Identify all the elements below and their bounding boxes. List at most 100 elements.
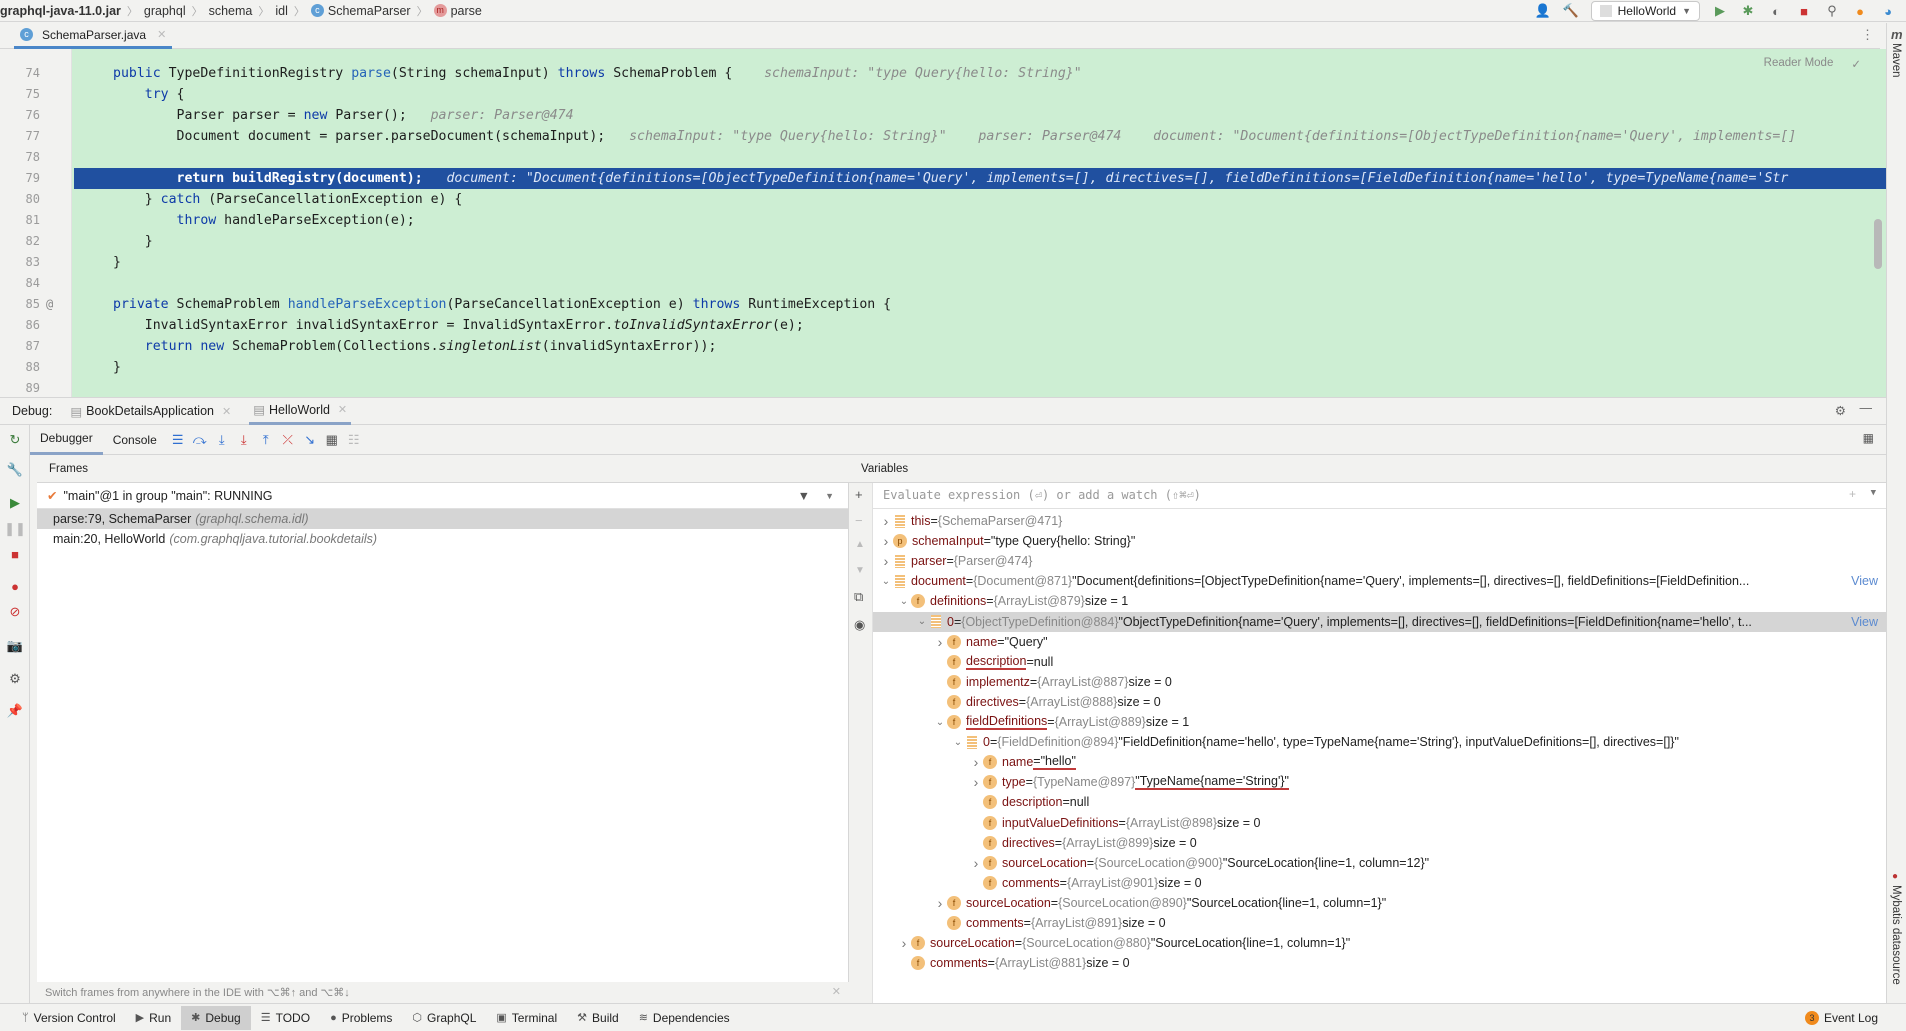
stop-icon[interactable]: ■ [1796,3,1812,19]
close-tab-icon[interactable]: ✕ [157,28,166,41]
stack-frame[interactable]: main:20, HelloWorld (com.graphqljava.tuto… [37,529,848,549]
drop-frame-icon[interactable]: ⤫ [277,429,299,451]
tool-window-todo[interactable]: ☰ TODO [251,1006,320,1030]
chevron-right-icon[interactable]: › [933,634,947,650]
variable-row[interactable]: › f type = {TypeName@897} "TypeName{name='… [873,772,1886,792]
settings-gear-icon[interactable]: ⚙ [1835,403,1846,418]
chevron-right-icon[interactable]: › [879,553,893,569]
variable-row[interactable]: › f sourceLocation = {SourceLocation@900} … [873,853,1886,873]
plugin-icon[interactable]: ◕ [1880,3,1896,19]
chevron-right-icon[interactable]: › [897,935,911,951]
view-breakpoints-icon[interactable]: ● [7,578,23,594]
variable-row[interactable]: › f sourceLocation = {SourceLocation@890} … [873,893,1886,913]
variable-row[interactable]: f implementz = {ArrayList@887} size = 0 [873,672,1886,692]
tool-window-problems[interactable]: ● Problems [320,1006,402,1030]
variable-row[interactable]: ⌄ 0 = {ObjectTypeDefinition@884} "ObjectT… [873,611,1886,632]
event-log-button[interactable]: 3 Event Log [1804,1010,1878,1025]
modify-config-icon[interactable]: 🔧 [7,462,23,478]
variable-row[interactable]: › p schemaInput = "type Query{hello: Strin… [873,531,1886,551]
evaluate-expression-input[interactable]: Evaluate expression (⏎) or add a watch (… [873,483,1886,509]
evaluate-expression-icon[interactable]: ▦ [321,429,343,451]
chevron-down-icon[interactable]: ⌄ [879,576,893,587]
variable-row[interactable]: › this = {SchemaParser@471} [873,511,1886,531]
maven-tool-button[interactable]: Maven [1890,43,1902,78]
vcs-user-icon[interactable]: 👤 [1535,3,1551,19]
variable-row[interactable]: f directives = {ArrayList@888} size = 0 [873,692,1886,712]
variable-row[interactable]: ⌄ document = {Document@871} "Document{def… [873,571,1886,591]
coverage-icon[interactable]: ◐ [1768,3,1784,19]
tool-window-dependencies[interactable]: ≋ Dependencies [629,1006,740,1030]
chevron-right-icon[interactable]: › [969,754,983,770]
layout-options-icon[interactable]: ▦ [1863,431,1874,445]
variable-row[interactable]: f comments = {ArrayList@891} size = 0 [873,913,1886,933]
tab-debugger[interactable]: Debugger [30,425,103,455]
chevron-right-icon[interactable]: › [879,533,893,549]
tool-window-debug[interactable]: ✱ Debug [181,1005,251,1030]
chevron-down-icon[interactable]: ⌄ [951,737,965,748]
trace-icon[interactable]: ☷ [343,429,365,451]
step-out-icon[interactable]: ⤒ [255,429,277,451]
update-icon[interactable]: ● [1852,3,1868,19]
mute-breakpoints-icon[interactable]: ⊘ [7,604,23,620]
resume-icon[interactable]: ▶ [7,495,23,511]
remove-watch-icon[interactable]: − [855,513,863,528]
pin-icon[interactable]: 📌 [7,703,23,719]
tab-schemaparser-java[interactable]: c SchemaParser.java ✕ [14,23,173,49]
minimize-icon[interactable]: — [1860,401,1873,415]
breadcrumb-idl[interactable]: idl [275,4,288,18]
breadcrumb-class[interactable]: c SchemaParser [310,4,411,18]
tab-console[interactable]: Console [103,425,167,455]
variable-row[interactable]: › f name = "hello" [873,752,1886,772]
thread-selector[interactable]: ✔ "main"@1 in group "main": RUNNING ▼ ▼ [37,483,848,509]
breadcrumb-graphql[interactable]: graphql [144,4,186,18]
view-link[interactable]: View [1851,615,1878,629]
tool-window-terminal[interactable]: ▣ Terminal [486,1006,567,1030]
settings-icon[interactable]: ⚙ [7,671,23,687]
chevron-down-icon[interactable]: ▼ [825,491,834,501]
debug-icon[interactable]: ✱ [1740,3,1756,19]
chevron-down-icon[interactable]: ⌄ [915,616,929,627]
history-dropdown-icon[interactable]: ▼ [1871,488,1876,498]
copy-icon[interactable]: ⧉ [854,589,863,605]
filter-icon[interactable]: ▼ [798,489,810,503]
stop-icon[interactable]: ■ [7,546,23,562]
variable-row[interactable]: f comments = {ArrayList@881} size = 0 [873,953,1886,973]
add-watch-inline-icon[interactable]: + [1849,487,1856,501]
mybatis-tool-button[interactable]: Mybatis datasource [1890,885,1902,985]
step-over-icon[interactable]: ⤼ [189,429,211,451]
move-up-icon[interactable]: ▲ [855,539,865,550]
pause-icon[interactable]: ❚❚ [4,521,26,537]
build-hammer-icon[interactable]: 🔨 [1563,3,1579,19]
variable-row[interactable]: ⌄ 0 = {FieldDefinition@894} "FieldDefinit… [873,732,1886,752]
variable-row[interactable]: f comments = {ArrayList@901} size = 0 [873,873,1886,893]
stack-frame[interactable]: parse:79, SchemaParser (graphql.schema.id… [37,509,848,529]
chevron-right-icon[interactable]: › [879,513,893,529]
chevron-right-icon[interactable]: › [933,895,947,911]
close-tab-icon[interactable]: ✕ [338,403,347,416]
more-options-icon[interactable]: ⋮ [1861,27,1874,43]
search-icon[interactable]: ⚲ [1824,3,1840,19]
chevron-right-icon[interactable]: › [969,774,983,790]
tool-window-build[interactable]: ⚒ Build [567,1006,629,1030]
add-watch-icon[interactable]: + [855,487,863,502]
rerun-icon[interactable]: ↻ [7,432,23,448]
move-down-icon[interactable]: ▼ [855,565,865,576]
view-options-icon[interactable]: ◉ [854,617,865,633]
variable-row[interactable]: f description = null [873,652,1886,672]
chevron-down-icon[interactable]: ⌄ [897,596,911,607]
chevron-right-icon[interactable]: › [969,855,983,871]
step-into-icon[interactable]: ⤓ [211,429,233,451]
editor-scrollbar[interactable] [1874,219,1882,269]
variable-row[interactable]: ⌄ f fieldDefinitions = {ArrayList@889} siz… [873,712,1886,732]
variable-row[interactable]: f directives = {ArrayList@899} size = 0 [873,833,1886,853]
tool-window-run[interactable]: ▶ Run [126,1006,181,1030]
camera-icon[interactable]: 📷 [7,638,23,654]
variable-row[interactable]: › parser = {Parser@474} [873,551,1886,571]
close-tip-icon[interactable]: ✕ [832,985,841,998]
variable-row[interactable]: f description = null [873,792,1886,812]
show-execution-point-icon[interactable]: ☰ [167,429,189,451]
breadcrumb-jar[interactable]: graphql-java-11.0.jar [0,4,121,18]
tool-window-version-control[interactable]: ᛘ Version Control [12,1006,126,1030]
tool-window-graphql[interactable]: ⬡ GraphQL [402,1006,486,1030]
override-marker-icon[interactable]: @ [46,294,53,315]
